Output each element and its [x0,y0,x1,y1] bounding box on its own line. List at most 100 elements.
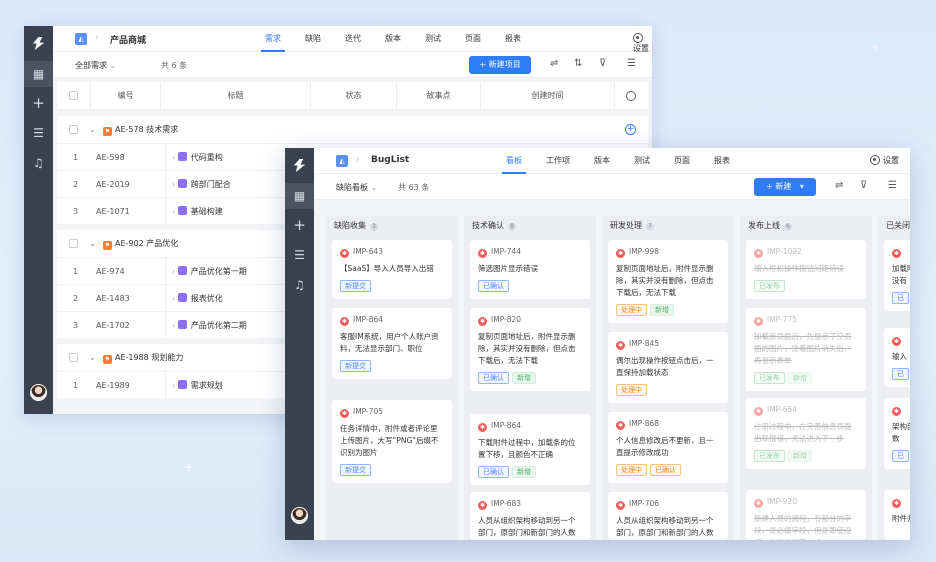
status-badge: 处理中 [616,384,647,396]
status-badge: 新提交 [340,360,371,372]
type-badge: 新增 [788,372,812,384]
bug-card[interactable]: ✱ IMP-864 客服IM系统，用户个人账户资料，无法显示部门、职位 新提交 [332,308,452,379]
tab-board[interactable]: 看板 [494,148,534,174]
new-project-button[interactable]: + 新建项目 [469,56,531,74]
settings-button[interactable]: 设置 [633,33,652,54]
row-checkbox[interactable] [69,353,78,362]
story-icon [177,179,187,188]
bell-icon[interactable]: ♫ [32,157,45,170]
tab-versions[interactable]: 版本 [582,148,622,174]
tab-work-items[interactable]: 工作项 [534,148,582,174]
group-row[interactable]: ⌄ ⚑ AE-578 技术需求 + [57,116,648,143]
story-icon [177,293,187,302]
type-badge: 新增 [650,304,674,316]
menu-icon[interactable]: ☰ [627,58,636,69]
story-icon [177,206,187,215]
column-settings-icon[interactable] [615,82,647,110]
bug-card[interactable]: ✱ IMP-864 下载附件过程中，加载条的位置下移，且颜色不正确 已确认 新增 [470,414,590,485]
bug-card[interactable]: ✱ IMP-868 个人信息修改后不更新，且一直提示修改成功 处理中 已确认 [608,412,728,483]
story-icon [177,152,187,161]
apps-grid-icon[interactable]: ▦ [32,68,45,81]
new-button[interactable]: + 新建 ▾ [754,178,816,196]
bug-card[interactable]: ✱ IMP-705 任务详情中，附件或者评论里上传图片，大写“PNG”后缀不识别为… [332,400,452,483]
tab-iterations[interactable]: 迭代 [333,26,373,52]
select-all-checkbox[interactable] [57,82,91,110]
bell-icon[interactable]: ♫ [293,279,306,292]
item-count: 共 63 条 [398,183,430,192]
filter-dropdown[interactable]: 缺陷看板 ⌄ [336,182,377,193]
tab-tests[interactable]: 测试 [622,148,662,174]
bug-card[interactable]: ✱ 输入 已 [884,328,910,387]
tab-tests[interactable]: 测试 [413,26,453,52]
status-badge: 已发布 [754,372,785,384]
tab-pages[interactable]: 页面 [662,148,702,174]
avatar[interactable] [291,507,308,524]
bug-card[interactable]: ✱ 加载附件并没有 已 [884,240,910,311]
chevron-down-icon: ⌄ [109,61,117,70]
bug-card[interactable]: ✱ 附件并没 [884,490,910,540]
adjust-icon[interactable]: ⇌ [835,180,843,191]
bug-icon: ✱ [340,409,349,418]
filter-icon[interactable]: ⊽ [599,58,606,69]
add-icon[interactable]: + [293,218,306,233]
tab-versions[interactable]: 版本 [373,26,413,52]
kanban-column: 已关闭 ✱ 加载附件并没有 已 ✱ 输入 已 ✱ 架构部门人数 已 ✱ 附件并没 [878,216,910,540]
tab-requirements[interactable]: 需求 [253,26,293,52]
bug-card[interactable]: ✱ IMP-775 加载新页面后，先显示了空页面的图片，接着图片消失后，再显示表单… [746,308,866,391]
bug-card[interactable]: ✱IMP-920 新建人员的流程，有部分的字段，是必填字段，但是即使没填，也能进… [746,490,866,540]
apps-grid-icon[interactable]: ▦ [293,190,306,203]
kanban-column: 发布上线 6 ✱ IMP-1092 输入框和操作按钮间距错误 已发布 ✱ IMP-77… [740,216,872,540]
sort-icon[interactable]: ⇅ [574,58,582,69]
bug-card[interactable]: ✱ IMP-1092 输入框和操作按钮间距错误 已发布 [746,240,866,299]
status-badge: 已发布 [754,280,785,292]
avatar[interactable] [30,384,47,401]
bug-card[interactable]: ✱ IMP-654 注册过程中，在完善信息页面出现报错，无法进入下一步 已发布 新增 [746,398,866,469]
project-icon: ◭ [336,155,348,167]
table-header: 编号 标题 状态 故事点 创建时间 [57,82,648,110]
bug-icon: ✱ [616,501,625,510]
left-rail: ▦ + ☰ ♫ [24,26,53,414]
filter-icon[interactable]: ⊽ [860,180,867,191]
chevron-down-icon[interactable]: ⌄ [89,116,96,143]
tab-reports[interactable]: 报表 [493,26,533,52]
list-icon[interactable]: ☰ [32,127,45,140]
filter-dropdown[interactable]: 全部需求 ⌄ [75,60,116,71]
chevron-down-icon[interactable]: ⌄ [89,344,96,371]
kanban-column: 研发处理 7 ✱ IMP-998 复制页面地址后，附件显示删除，其实并没有删除，但点… [602,216,734,540]
app-logo-icon [32,36,45,51]
bug-card[interactable]: ✱ 架构部门人数 已 [884,398,910,469]
bug-icon: ✱ [754,317,763,326]
breadcrumb-separator-icon: › [356,155,360,165]
bug-icon: ✱ [478,317,487,326]
list-icon[interactable]: ☰ [293,249,306,262]
col-status: 状态 [311,82,397,110]
decorative-plus: + [870,40,881,54]
adjust-icon[interactable]: ⇌ [550,58,558,69]
col-created: 创建时间 [481,82,615,110]
bug-card[interactable]: ✱ IMP-845 偶尔出现操作按钮点击后，一直保持加载状态 处理中 [608,332,728,403]
tab-reports[interactable]: 报表 [702,148,742,174]
tab-defects[interactable]: 缺陷 [293,26,333,52]
settings-button[interactable]: 设置 [870,155,899,166]
chevron-down-icon[interactable]: ⌄ [89,230,96,257]
bug-icon: ✱ [478,423,487,432]
item-count: 共 6 条 [161,61,188,70]
bug-card[interactable]: ✱ IMP-643 【SaaS】导入人员导入出错 新提交 [332,240,452,299]
bug-icon: ✱ [616,341,625,350]
menu-icon[interactable]: ☰ [888,180,897,191]
bug-card[interactable]: ✱ IMP-744 筛选图片显示错误 已确认 [470,240,590,299]
gear-icon [633,33,643,43]
bug-icon: ✱ [754,499,763,508]
bug-card[interactable]: ✱ IMP-706 人员从组织架构移动到另一个部门，原部门和新部门的人数 [608,492,728,540]
status-badge: 已发布 [754,450,785,462]
add-icon[interactable]: + [32,96,45,111]
project-title: BugList [371,155,410,165]
tab-pages[interactable]: 页面 [453,26,493,52]
left-rail: ▦ + ☰ ♫ [285,148,314,540]
bug-card[interactable]: ✱ IMP-820 复制页面地址后，附件显示删除，其实并没有删除，但点击下载后，无… [470,308,590,391]
add-child-icon[interactable]: + [625,124,636,135]
bug-card[interactable]: ✱ IMP-998 复制页面地址后，附件显示删除，其实并没有删除，但点击下载后，无… [608,240,728,323]
row-checkbox[interactable] [69,125,78,134]
bug-card[interactable]: ✱IMP-683 人员从组织架构移动到另一个部门，原部门和新部门的人数都没有更新 [470,492,590,540]
row-checkbox[interactable] [69,239,78,248]
